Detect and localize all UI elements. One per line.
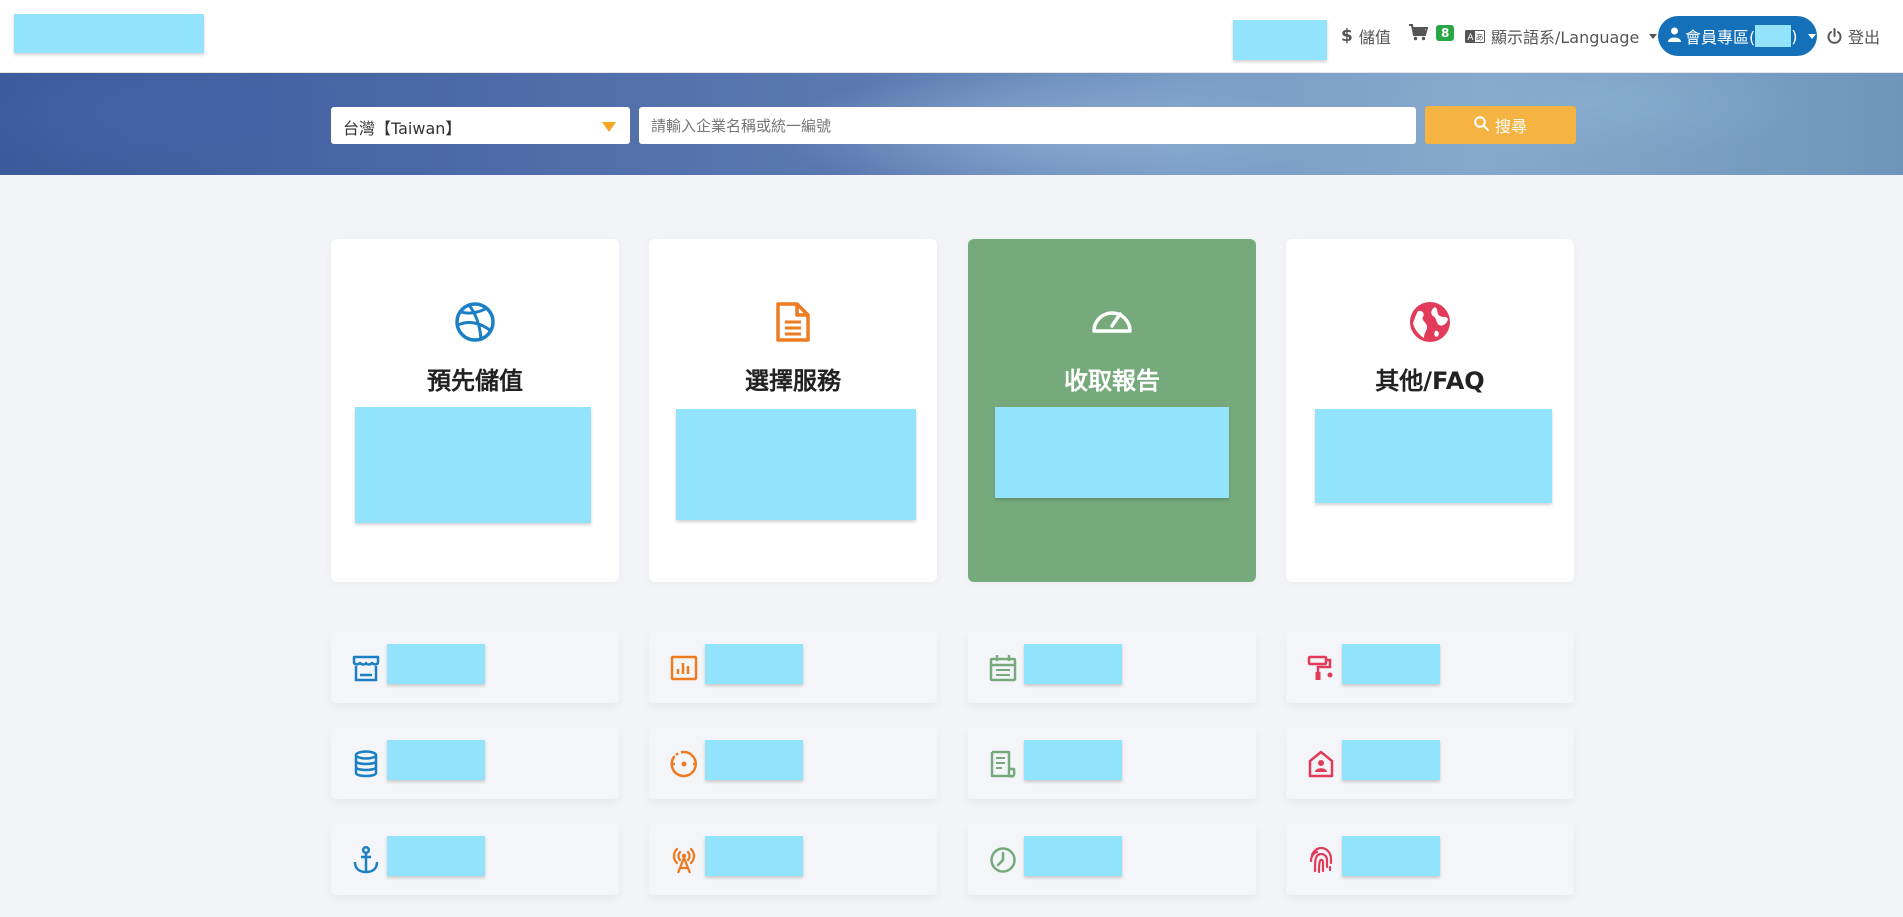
power-icon	[1827, 28, 1842, 44]
deposit-link[interactable]: $ 儲值	[1341, 24, 1391, 48]
globe-icon	[1410, 302, 1450, 342]
dropdown-arrow-icon	[602, 122, 616, 132]
cart-link[interactable]: 8	[1409, 24, 1455, 41]
svg-text:あ: あ	[1476, 33, 1484, 42]
language-dropdown[interactable]: Aあ 顯示語系/Language	[1465, 24, 1658, 48]
language-label: 顯示語系/Language	[1491, 28, 1640, 47]
redacted-tile-label	[387, 644, 485, 684]
paint-roller-icon	[1307, 655, 1333, 680]
tile-store[interactable]	[331, 631, 619, 703]
logout-link[interactable]: 登出	[1827, 24, 1880, 48]
search-button-label: 搜尋	[1494, 117, 1527, 136]
target-icon	[670, 750, 697, 778]
site-logo[interactable]	[14, 14, 204, 53]
search-button[interactable]: 搜尋	[1425, 106, 1576, 144]
tile-database[interactable]	[331, 727, 619, 799]
receipt-icon	[990, 750, 1016, 778]
chart-pie-icon	[990, 847, 1016, 873]
broadcast-tower-icon	[672, 847, 696, 874]
redacted-tile-label	[1342, 644, 1440, 684]
tile-calendar[interactable]	[968, 631, 1256, 703]
redacted-tile-label	[1342, 740, 1440, 780]
card-title: 其他/FAQ	[1375, 367, 1485, 395]
redacted-tile-label	[1024, 836, 1122, 876]
language-icon: Aあ	[1465, 29, 1485, 43]
document-icon	[776, 302, 810, 342]
tile-paint-roller[interactable]	[1286, 631, 1574, 703]
country-select[interactable]: 台灣【Taiwan】	[331, 107, 630, 144]
tile-chart-pie[interactable]	[968, 823, 1256, 895]
tile-bar-chart[interactable]	[649, 631, 937, 703]
redacted-card-content	[1315, 409, 1552, 503]
tile-target[interactable]	[649, 727, 937, 799]
card-title: 選擇服務	[745, 367, 841, 395]
redacted-tile-label	[705, 740, 803, 780]
member-label-close: )	[1791, 26, 1798, 46]
member-area-button[interactable]: 會員專區( )	[1658, 16, 1817, 56]
fingerprint-icon	[1309, 846, 1333, 874]
user-icon	[1668, 27, 1681, 46]
tile-anchor[interactable]	[331, 823, 619, 895]
redacted-tile-label	[1024, 644, 1122, 684]
member-label: 會員專區(	[1685, 28, 1756, 47]
company-search-input[interactable]	[639, 107, 1416, 144]
house-user-icon	[1308, 750, 1334, 778]
speedometer-icon	[1092, 311, 1132, 333]
redacted-tile-label	[1342, 836, 1440, 876]
card-select-service[interactable]: 選擇服務	[649, 239, 937, 582]
chevron-down-icon	[1807, 33, 1816, 39]
card-title: 收取報告	[1064, 367, 1160, 395]
redacted-tile-label	[705, 836, 803, 876]
search-icon	[1474, 115, 1489, 135]
redacted-tile-label	[387, 740, 485, 780]
redacted-tile-label	[387, 836, 485, 876]
redacted-tile-label	[1024, 740, 1122, 780]
anchor-icon	[353, 845, 379, 874]
card-prepaid-deposit[interactable]: 預先儲值	[331, 239, 619, 582]
dribbble-icon	[455, 302, 495, 342]
tile-house-user[interactable]	[1286, 727, 1574, 799]
tile-receipt[interactable]	[968, 727, 1256, 799]
top-navbar: $ 儲值 8 Aあ 顯示語系/Language 會員專區( ) 登出	[0, 0, 1903, 73]
tile-fingerprint[interactable]	[1286, 823, 1574, 895]
card-title: 預先儲值	[427, 367, 523, 395]
redacted-tile-label	[705, 644, 803, 684]
card-other-faq[interactable]: 其他/FAQ	[1286, 239, 1574, 582]
store-icon	[352, 655, 380, 682]
cart-icon	[1409, 24, 1428, 41]
redacted-card-content	[676, 409, 916, 520]
tile-broadcast-tower[interactable]	[649, 823, 937, 895]
redacted-card-content	[995, 407, 1229, 498]
card-receive-report[interactable]: 收取報告	[968, 239, 1256, 582]
svg-text:A: A	[1467, 33, 1474, 43]
cart-count-badge: 8	[1436, 24, 1455, 41]
deposit-label: 儲值	[1358, 28, 1391, 47]
redacted-username	[1755, 25, 1792, 47]
dollar-icon: $	[1341, 26, 1353, 46]
chevron-down-icon	[1649, 33, 1658, 39]
calendar-icon	[989, 655, 1017, 682]
logout-label: 登出	[1848, 28, 1881, 47]
country-select-value: 台灣【Taiwan】	[343, 119, 462, 138]
bar-chart-icon	[670, 655, 698, 681]
redacted-card-content	[355, 407, 591, 523]
database-icon	[354, 750, 378, 778]
redacted-top-item[interactable]	[1233, 20, 1327, 60]
